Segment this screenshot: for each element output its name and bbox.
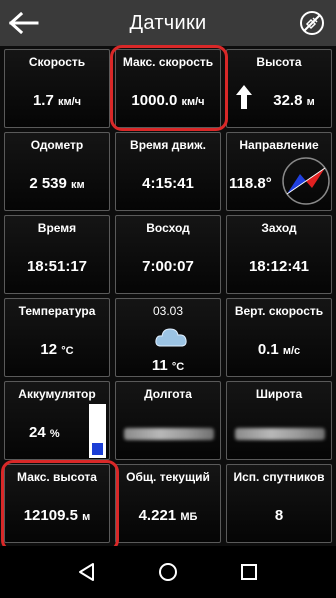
longitude-redacted <box>124 428 214 440</box>
tile-sunset[interactable]: Заход 18:12:41 <box>226 215 332 294</box>
tile-label: Восход <box>146 221 190 235</box>
tile-label: Одометр <box>30 138 84 152</box>
tile-moving-time[interactable]: Время движ. 4:15:41 <box>115 132 221 211</box>
tile-max-speed[interactable]: Макс. скорость 1000.0 км/ч <box>115 49 221 128</box>
tile-label: 03.03 <box>152 304 184 318</box>
app-bar: Датчики <box>0 0 336 46</box>
tile-value: 4:15:41 <box>142 175 194 192</box>
tile-label: Исп. спутников <box>233 470 325 484</box>
tile-label: Скорость <box>28 55 86 69</box>
compass-icon <box>282 157 330 205</box>
tile-value: 12 °C <box>40 341 74 358</box>
tile-label: Макс. высота <box>17 470 97 484</box>
tile-weather[interactable]: 03.03 11 °C <box>115 298 221 377</box>
battery-level-fill <box>92 443 103 455</box>
satellite-icon <box>300 11 324 35</box>
tile-sunrise[interactable]: Восход 7:00:07 <box>115 215 221 294</box>
tile-label: Температура <box>18 304 96 318</box>
tile-satellites[interactable]: Исп. спутников 8 <box>226 464 332 543</box>
arrow-left-icon <box>9 12 39 34</box>
tile-label: Высота <box>256 55 302 69</box>
tile-odometer[interactable]: Одометр 2 539 км <box>4 132 110 211</box>
tile-value: 18:51:17 <box>26 258 88 275</box>
circle-home-icon <box>158 563 177 581</box>
nav-home-button[interactable] <box>148 552 188 592</box>
tile-speed[interactable]: Скорость 1.7 км/ч <box>4 49 110 128</box>
system-nav-bar <box>0 546 336 598</box>
arrow-up-icon <box>236 85 252 109</box>
page-title: Датчики <box>129 11 207 34</box>
tile-label: Заход <box>261 221 297 235</box>
tile-label: Время движ. <box>130 138 206 152</box>
tile-value: 4.221 МБ <box>138 507 198 524</box>
tile-vert-speed[interactable]: Верт. скорость 0.1 м/с <box>226 298 332 377</box>
tile-traffic[interactable]: Общ. текущий 4.221 МБ <box>115 464 221 543</box>
tile-value: 0.1 м/с <box>257 341 301 358</box>
tile-label: Долгота <box>144 387 192 401</box>
tile-value: 1.7 км/ч <box>32 92 82 109</box>
tile-temperature[interactable]: Температура 12 °C <box>4 298 110 377</box>
tile-value: 32.8 м <box>273 92 315 109</box>
tile-value: 7:00:07 <box>142 258 194 275</box>
back-button[interactable] <box>4 6 44 40</box>
tile-longitude[interactable]: Долгота <box>115 381 221 460</box>
tile-value: 2 539 км <box>29 175 85 192</box>
tile-label: Общ. текущий <box>126 470 210 484</box>
tile-latitude[interactable]: Широта <box>226 381 332 460</box>
tile-label: Направление <box>239 138 319 152</box>
tile-label: Широта <box>255 387 303 401</box>
tile-value: 11 °C <box>151 357 185 374</box>
tile-value: 18:12:41 <box>248 258 310 275</box>
nav-back-button[interactable] <box>67 552 107 592</box>
tile-battery[interactable]: Аккумулятор 24 % <box>4 381 110 460</box>
tile-time[interactable]: Время 18:51:17 <box>4 215 110 294</box>
tile-value: 8 <box>274 507 284 524</box>
tile-label: Аккумулятор <box>18 387 96 401</box>
square-recents-icon <box>241 564 258 580</box>
latitude-redacted <box>235 428 325 440</box>
tile-value: 118.8° <box>229 175 272 192</box>
triangle-back-icon <box>78 563 94 581</box>
tile-label: Макс. скорость <box>122 55 214 69</box>
nav-recents-button[interactable] <box>229 552 269 592</box>
satellite-button[interactable] <box>296 7 328 39</box>
tile-max-altitude[interactable]: Макс. высота 12109.5 м <box>4 464 110 543</box>
tile-value: 1000.0 км/ч <box>131 92 205 109</box>
cloud-icon <box>155 328 187 347</box>
tile-label: Время <box>37 221 77 235</box>
battery-gauge <box>89 404 106 458</box>
tile-label: Верт. скорость <box>234 304 324 318</box>
tile-altitude[interactable]: Высота 32.8 м <box>226 49 332 128</box>
tile-value: 24 % <box>29 424 60 441</box>
tile-value: 12109.5 м <box>23 507 91 524</box>
tile-direction[interactable]: Направление 118.8° <box>226 132 332 211</box>
